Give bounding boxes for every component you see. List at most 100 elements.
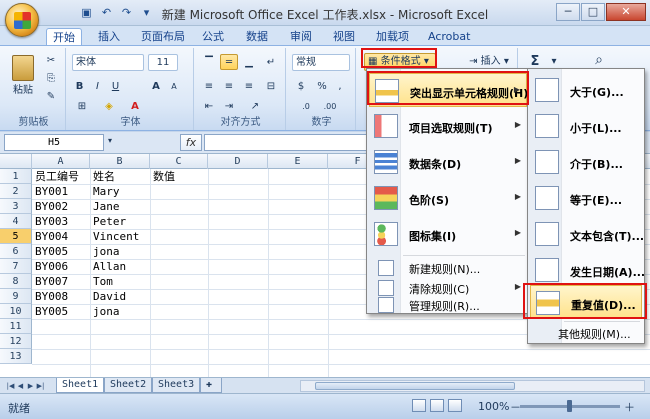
italic-button[interactable]: I <box>90 78 105 94</box>
cell-b5[interactable]: Vincent <box>91 229 139 244</box>
office-button[interactable] <box>5 3 39 37</box>
cell-b6[interactable]: jona <box>91 244 120 259</box>
submenu-item-text-contains[interactable]: 文本包含(T)... <box>530 217 644 251</box>
percent-button[interactable]: % <box>314 78 330 94</box>
grow-font-button[interactable]: A <box>148 78 164 94</box>
menu-item-clear-rules[interactable]: 清除规则(C) ▶ <box>369 277 527 299</box>
row-header[interactable]: 4 <box>0 214 32 229</box>
row-header[interactable]: 11 <box>0 319 32 334</box>
tab-data[interactable]: 数据 <box>240 28 274 46</box>
close-button[interactable]: ✕ <box>606 3 646 21</box>
submenu-item-between[interactable]: 介于(B)... <box>530 145 642 179</box>
cell-b4[interactable]: Peter <box>91 214 126 229</box>
submenu-item-equal-to[interactable]: 等于(E)... <box>530 181 642 215</box>
row-header[interactable]: 7 <box>0 259 32 274</box>
row-header[interactable]: 13 <box>0 349 32 364</box>
submenu-item-duplicate-values[interactable]: 重复值(D)... <box>530 285 642 319</box>
row-header[interactable]: 8 <box>0 274 32 289</box>
align-top-icon[interactable]: ▔ <box>200 54 218 70</box>
menu-item-icon-sets[interactable]: 图标集(I) ▶ <box>369 217 527 251</box>
cell-a6[interactable]: BY005 <box>33 244 68 259</box>
decrease-decimal-icon[interactable]: .00 <box>320 98 340 114</box>
menu-item-new-rule[interactable]: 新建规则(N)... <box>369 257 527 279</box>
align-right-icon[interactable]: ≡ <box>240 78 258 94</box>
menu-item-data-bars[interactable]: 数据条(D) ▶ <box>369 145 527 179</box>
column-header-e[interactable]: E <box>268 154 328 169</box>
minimize-button[interactable]: ─ <box>556 3 580 21</box>
merge-cells-icon[interactable]: ⊟ <box>262 78 280 94</box>
decrease-indent-icon[interactable]: ⇤ <box>200 98 218 114</box>
sheet-tab-3[interactable]: Sheet3 <box>152 378 201 393</box>
row-header[interactable]: 2 <box>0 184 32 199</box>
tab-formulas[interactable]: 公式 <box>196 28 230 46</box>
sheet-tab-1[interactable]: Sheet1 <box>56 378 105 393</box>
submenu-item-less-than[interactable]: 小于(L)... <box>530 109 642 143</box>
insert-sheet-icon[interactable]: ✚ <box>200 378 222 393</box>
column-header-b[interactable]: B <box>90 154 150 169</box>
column-header-d[interactable]: D <box>208 154 268 169</box>
bold-button[interactable]: B <box>72 78 87 94</box>
paste-button[interactable]: 粘贴 <box>8 52 38 96</box>
fill-color-icon[interactable]: ◈ <box>98 98 120 114</box>
page-layout-view-icon[interactable] <box>430 399 444 412</box>
cell-b2[interactable]: Mary <box>91 184 120 199</box>
column-header-a[interactable]: A <box>32 154 90 169</box>
currency-icon[interactable]: $ <box>292 78 310 94</box>
submenu-item-greater-than[interactable]: 大于(G)... <box>530 73 642 107</box>
cell-a2[interactable]: BY001 <box>33 184 68 199</box>
last-sheet-icon[interactable]: ▶| <box>36 380 45 392</box>
row-header[interactable]: 10 <box>0 304 32 319</box>
prev-sheet-icon[interactable]: ◀ <box>16 380 25 392</box>
cell-a5[interactable]: BY004 <box>33 229 68 244</box>
cell-a7[interactable]: BY006 <box>33 259 68 274</box>
next-sheet-icon[interactable]: ▶ <box>26 380 35 392</box>
normal-view-icon[interactable] <box>412 399 426 412</box>
format-painter-icon[interactable]: ✎ <box>42 88 60 103</box>
cell-b7[interactable]: Allan <box>91 259 126 274</box>
scroll-thumb[interactable] <box>315 382 515 390</box>
tab-view[interactable]: 视图 <box>327 28 361 46</box>
align-bottom-icon[interactable]: ▁ <box>240 54 258 70</box>
sheet-tab-2[interactable]: Sheet2 <box>104 378 153 393</box>
align-left-icon[interactable]: ≡ <box>200 78 218 94</box>
tab-page-layout[interactable]: 页面布局 <box>135 28 191 46</box>
increase-decimal-icon[interactable]: .0 <box>296 98 316 114</box>
orientation-icon[interactable]: ↗ <box>244 98 266 114</box>
cell-a9[interactable]: BY008 <box>33 289 68 304</box>
tab-review[interactable]: 审阅 <box>284 28 318 46</box>
tab-insert[interactable]: 插入 <box>92 28 126 46</box>
menu-item-color-scales[interactable]: 色阶(S) ▶ <box>369 181 527 215</box>
row-header[interactable]: 6 <box>0 244 32 259</box>
row-header[interactable]: 3 <box>0 199 32 214</box>
font-color-icon[interactable]: A <box>124 98 146 114</box>
menu-item-top-bottom-rules[interactable]: 项目选取规则(T) ▶ <box>369 109 527 143</box>
tab-home[interactable]: 开始 <box>46 28 82 46</box>
submenu-item-date-occurring[interactable]: 发生日期(A)... <box>530 253 645 287</box>
cell-b8[interactable]: Tom <box>91 274 113 289</box>
row-header[interactable]: 9 <box>0 289 32 304</box>
menu-item-manage-rules[interactable]: 管理规则(R)... <box>369 297 527 313</box>
row-header-selected[interactable]: 5 <box>0 229 32 244</box>
cell-b1[interactable]: 姓名 <box>91 169 115 184</box>
horizontal-scrollbar[interactable] <box>300 380 645 392</box>
cell-a10[interactable]: BY005 <box>33 304 68 319</box>
font-size-select[interactable]: 11 <box>148 54 178 71</box>
tab-addins[interactable]: 加载项 <box>370 28 415 46</box>
cell-b3[interactable]: Jane <box>91 199 120 214</box>
maximize-button[interactable]: □ <box>581 3 605 21</box>
zoom-slider-thumb[interactable] <box>567 400 572 412</box>
first-sheet-icon[interactable]: |◀ <box>6 380 15 392</box>
comma-button[interactable]: , <box>332 78 348 94</box>
align-middle-icon[interactable]: ═ <box>220 54 238 70</box>
cell-b10[interactable]: jona <box>91 304 120 319</box>
shrink-font-button[interactable]: A <box>166 78 182 94</box>
page-break-view-icon[interactable] <box>448 399 462 412</box>
insert-function-button[interactable]: fx <box>180 134 202 151</box>
cell-a4[interactable]: BY003 <box>33 214 68 229</box>
row-header[interactable]: 12 <box>0 334 32 349</box>
cell-a8[interactable]: BY007 <box>33 274 68 289</box>
zoom-level[interactable]: 100% <box>478 400 509 413</box>
cell-c1[interactable]: 数值 <box>151 169 175 184</box>
row-header[interactable]: 1 <box>0 169 32 184</box>
cell-b9[interactable]: David <box>91 289 126 304</box>
